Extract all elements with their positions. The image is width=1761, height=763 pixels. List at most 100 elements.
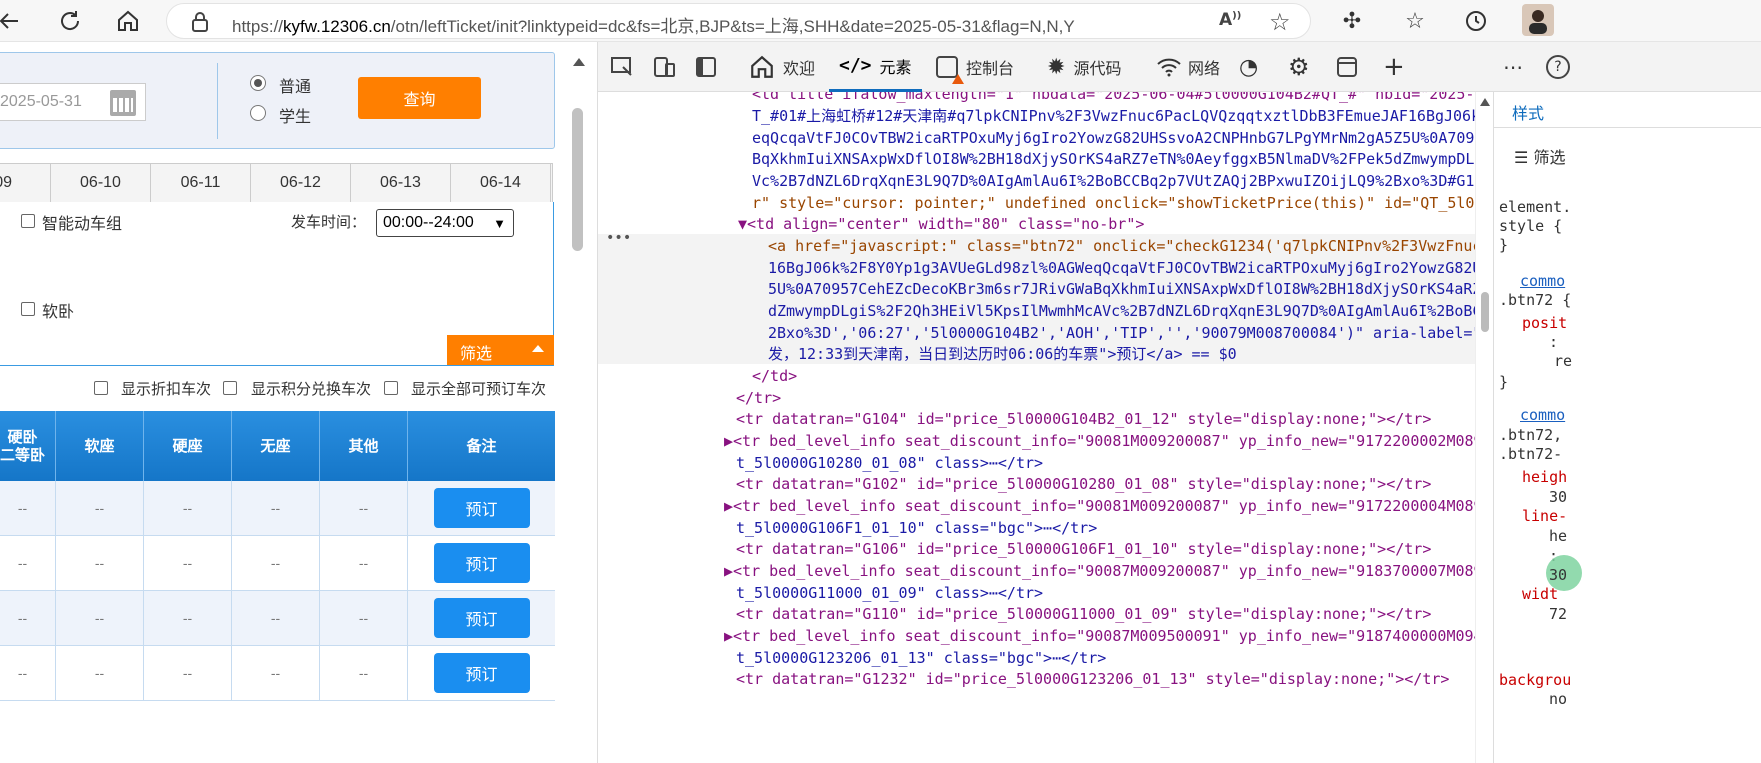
refresh-icon[interactable] xyxy=(55,6,85,36)
history-icon[interactable] xyxy=(1461,6,1491,36)
extensions-icon[interactable]: ✣ xyxy=(1337,6,1367,36)
tab-network[interactable]: 网络 xyxy=(1156,42,1220,92)
sidebar-toggle-icon[interactable] xyxy=(695,42,717,92)
elements-scrollbar[interactable] xyxy=(1475,92,1493,763)
dom-line[interactable]: <td title ifalow_maxlength="1" hbdata="2… xyxy=(752,92,1475,106)
dom-line[interactable]: r" style="cursor: pointer;" undefined on… xyxy=(752,193,1475,215)
dom-line[interactable]: <tr datatran="G104" id="price_5l0000G104… xyxy=(736,409,1431,431)
home-icon[interactable] xyxy=(113,6,143,36)
style-line[interactable]: } xyxy=(1499,373,1508,391)
dom-line[interactable]: <tr datatran="G106" id="price_5l0000G106… xyxy=(736,539,1431,561)
style-line[interactable]: he xyxy=(1549,527,1567,545)
book-button[interactable]: 预订 xyxy=(433,653,530,693)
tab-styles[interactable]: 样式 xyxy=(1512,100,1544,124)
dom-line[interactable]: </td> xyxy=(752,366,797,388)
style-line[interactable]: 72 xyxy=(1549,605,1567,623)
dom-line-selected[interactable]: 16BgJ06k%2F8Y0Yp1g3AVUeGLd98zl%0AGWeqQcq… xyxy=(768,258,1475,280)
radio-student-label[interactable]: 学生 xyxy=(279,103,311,127)
node-actions-ellipsis[interactable]: ••• xyxy=(606,228,631,250)
dom-line[interactable]: t_5l0000G10280_01_08" class>⋯</tr> xyxy=(736,453,1043,475)
profile-avatar[interactable] xyxy=(1522,4,1554,36)
points-checkbox[interactable] xyxy=(223,381,237,395)
tab-welcome[interactable]: 欢迎 xyxy=(749,42,815,92)
tab-elements[interactable]: </> 元素 xyxy=(829,42,922,92)
elements-tree[interactable]: ••• <td title ifalow_maxlength="1" hbdat… xyxy=(598,92,1475,763)
dom-line[interactable]: <tr datatran="G102" id="price_5l0000G102… xyxy=(736,474,1431,496)
lock-icon[interactable] xyxy=(191,12,209,36)
book-button[interactable]: 预订 xyxy=(433,543,530,583)
style-line[interactable]: } xyxy=(1499,236,1508,254)
date-tab[interactable]: 06-11 xyxy=(151,164,251,202)
style-line[interactable]: element. xyxy=(1499,198,1571,216)
dom-line[interactable]: t_5l0000G123206_01_13" class="bgc">⋯</tr… xyxy=(736,648,1106,670)
date-tab[interactable]: 06-13 xyxy=(351,164,451,202)
date-input[interactable]: 2025-05-31 xyxy=(0,83,146,121)
filter-toggle[interactable]: 筛选 xyxy=(447,335,554,365)
read-aloud-icon[interactable]: A)) xyxy=(1219,10,1241,30)
depart-time-select[interactable]: 00:00--24:00 ▼ xyxy=(376,209,514,237)
dom-line-selected[interactable]: <a href="javascript:" class="btn72" oncl… xyxy=(768,236,1475,258)
dom-line[interactable]: </tr> xyxy=(736,388,781,410)
style-source-link[interactable]: commo xyxy=(1520,272,1565,290)
style-line[interactable]: no xyxy=(1549,690,1567,708)
scrollbar-thumb[interactable] xyxy=(1481,292,1489,332)
styles-filter[interactable]: ☰ 筛选 xyxy=(1514,144,1565,168)
inspect-icon[interactable] xyxy=(610,42,634,92)
favorite-star-icon[interactable]: ☆ xyxy=(1269,8,1291,36)
dom-line-selected[interactable]: 2Bxo%3D','06:27','5l0000G104B2','AOH','T… xyxy=(768,323,1475,345)
more-tabs-plus-icon[interactable]: + xyxy=(1383,42,1405,92)
favorites-icon[interactable]: ☆ xyxy=(1400,6,1430,36)
scroll-up-icon[interactable] xyxy=(573,58,585,66)
soft-sleeper-checkbox[interactable] xyxy=(21,302,35,316)
show-all-checkbox[interactable] xyxy=(384,381,398,395)
dom-line[interactable]: ▶<tr bed_level_info seat_discount_info="… xyxy=(724,496,1475,518)
dom-line[interactable]: BqXkhmIuiXNSAxpWxDflOI8W%2BH18dXjySOrKS4… xyxy=(752,149,1475,171)
tab-sources[interactable]: ✹ 源代码 xyxy=(1047,42,1121,92)
radio-normal-label[interactable]: 普通 xyxy=(279,73,311,97)
date-tab[interactable]: 06-14 xyxy=(451,164,551,202)
dom-line[interactable]: ▶<tr bed_level_info seat_discount_info="… xyxy=(724,431,1475,453)
scrollbar-thumb[interactable] xyxy=(572,108,583,251)
style-line[interactable]: : xyxy=(1549,333,1558,351)
help-icon[interactable]: ? xyxy=(1546,42,1570,92)
style-line[interactable]: 30 xyxy=(1549,566,1567,584)
page-scrollbar[interactable] xyxy=(569,42,587,763)
emu-checkbox[interactable] xyxy=(21,214,35,228)
dom-line[interactable]: <tr datatran="G1232" id="price_5l0000G12… xyxy=(736,669,1449,691)
style-line[interactable]: line- xyxy=(1522,507,1567,525)
radio-student[interactable] xyxy=(250,105,266,121)
query-button[interactable]: 查询 xyxy=(358,77,481,119)
style-line[interactable]: .btn72, xyxy=(1499,426,1562,444)
dom-line[interactable]: t_5l0000G106F1_01_10" class="bgc">⋯</tr> xyxy=(736,518,1097,540)
style-line[interactable]: style { xyxy=(1499,217,1562,235)
dom-line-selected[interactable]: dZmwympDLgiS%2F2Qh3HEiVl5KpsIlMwmhMcAVc%… xyxy=(768,301,1475,323)
more-options-icon[interactable]: ⋯ xyxy=(1503,42,1523,92)
style-source-link[interactable]: commo xyxy=(1520,406,1565,424)
style-line[interactable]: re xyxy=(1554,352,1572,370)
style-line[interactable]: widt xyxy=(1522,585,1558,603)
date-tab[interactable]: 06-12 xyxy=(251,164,351,202)
dom-line[interactable]: eqQcqaVtFJ0COvTBW2icaRTPOxuMyj6gIro2Yowz… xyxy=(752,128,1475,150)
dom-line[interactable]: t_5l0000G11000_01_09" class>⋯</tr> xyxy=(736,583,1043,605)
dom-line[interactable]: T_#01#上海虹桥#12#天津南#q7lpkCNIPnv%2F3VwzFnuc… xyxy=(752,106,1475,128)
settings-gear-icon[interactable]: ⚙ xyxy=(1288,42,1310,92)
style-line[interactable]: .btn72 { xyxy=(1499,291,1571,309)
dom-line[interactable]: ▶<tr bed_level_info seat_discount_info="… xyxy=(724,561,1475,583)
date-tab[interactable]: 06-10 xyxy=(51,164,151,202)
dom-line-selected[interactable]: 发，12:33到天津南，当日到达历时06:06的车票">预订</a> == $0 xyxy=(768,344,1237,366)
url-text[interactable]: https://kyfw.12306.cn/otn/leftTicket/ini… xyxy=(232,12,1075,37)
style-line[interactable]: 30 xyxy=(1549,488,1567,506)
application-icon[interactable] xyxy=(1336,42,1358,92)
dom-line[interactable]: <tr datatran="G110" id="price_5l0000G110… xyxy=(736,604,1431,626)
calendar-icon[interactable] xyxy=(110,90,136,116)
tab-console[interactable]: 控制台 xyxy=(936,42,1014,92)
dom-line[interactable]: ▼<td align="center" width="80" class="no… xyxy=(738,214,1144,236)
style-line[interactable]: .btn72- xyxy=(1499,445,1562,463)
style-line[interactable]: backgrou xyxy=(1499,671,1571,689)
dom-line[interactable]: ▶<tr bed_level_info seat_discount_info="… xyxy=(724,626,1475,648)
book-button[interactable]: 预订 xyxy=(433,488,530,528)
discount-checkbox[interactable] xyxy=(94,381,108,395)
book-button[interactable]: 预订 xyxy=(433,598,530,638)
address-bar[interactable]: https://kyfw.12306.cn/otn/leftTicket/ini… xyxy=(166,3,1311,39)
style-line[interactable]: posit xyxy=(1522,314,1567,332)
